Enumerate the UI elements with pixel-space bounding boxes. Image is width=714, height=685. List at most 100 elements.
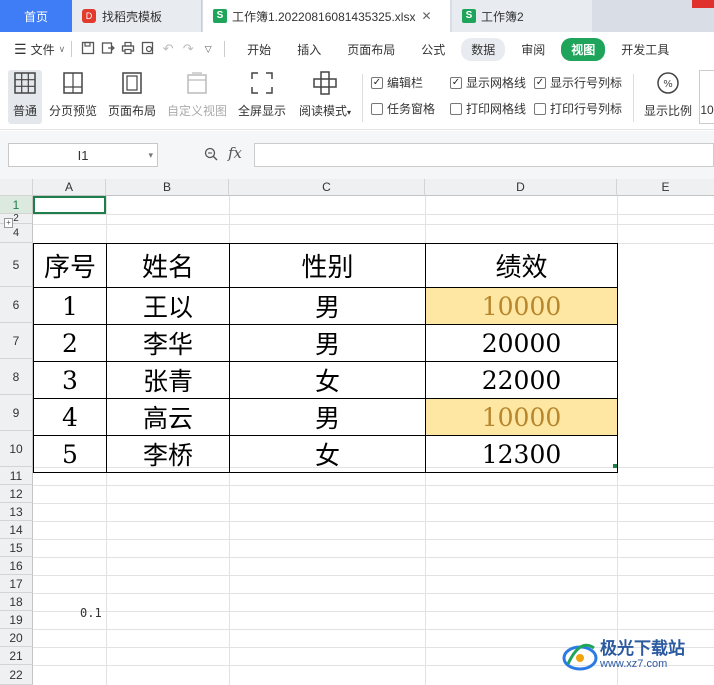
row-header-20[interactable]: 20 bbox=[0, 629, 33, 647]
cell-performance[interactable]: 12300 bbox=[425, 435, 618, 473]
row-header-5[interactable]: 5 bbox=[0, 243, 33, 287]
divider bbox=[71, 41, 73, 57]
column-header-b[interactable]: B bbox=[106, 179, 229, 196]
window-close-strip[interactable] bbox=[692, 0, 714, 8]
menu-item-review[interactable]: 审阅 bbox=[511, 38, 555, 61]
row-header-11[interactable]: 11 bbox=[0, 467, 33, 485]
menu-item-page-layout[interactable]: 页面布局 bbox=[337, 38, 405, 61]
cell-gender[interactable]: 男 bbox=[229, 287, 426, 325]
save-icon[interactable] bbox=[78, 41, 98, 58]
row-header-22[interactable]: 22 bbox=[0, 665, 33, 685]
reading-mode-icon bbox=[313, 71, 337, 95]
custom-view-button[interactable]: 自定义视图 bbox=[165, 70, 229, 124]
cell-no[interactable]: 3 bbox=[33, 361, 107, 399]
checkbox-label: 显示行号列标 bbox=[550, 76, 623, 90]
row-header-8[interactable]: 8 bbox=[0, 359, 33, 395]
checkbox-formula-bar[interactable]: ✓ 编辑栏 bbox=[371, 74, 423, 91]
menu-item-formulas[interactable]: 公式 bbox=[411, 38, 455, 61]
performance-table: 序号 姓名 性别 绩效 1 王以 男 10000 2 李华 男 20000 3 … bbox=[33, 243, 618, 473]
cell-name[interactable]: 李华 bbox=[106, 324, 230, 362]
row-header-18[interactable]: 18 bbox=[0, 593, 33, 611]
checkbox-show-gridlines[interactable]: ✓ 显示网格线 bbox=[450, 74, 526, 91]
redo-icon[interactable]: ↷ bbox=[178, 41, 198, 57]
row-header-14[interactable]: 14 bbox=[0, 521, 33, 539]
name-box[interactable]: I1 ▾ bbox=[8, 143, 158, 167]
header-cell-performance[interactable]: 绩效 bbox=[425, 243, 618, 288]
menu-item-developer[interactable]: 开发工具 bbox=[611, 38, 679, 61]
cell-name[interactable]: 张青 bbox=[106, 361, 230, 399]
checkbox-checked-icon: ✓ bbox=[371, 76, 383, 89]
menu-item-view[interactable]: 视图 bbox=[561, 37, 606, 61]
close-icon[interactable]: ✕ bbox=[421, 9, 431, 23]
row-header-12[interactable]: 12 bbox=[0, 485, 33, 503]
insert-function-button[interactable]: fx bbox=[228, 144, 242, 162]
checkbox-print-headings[interactable]: 打印行号列标 bbox=[534, 100, 622, 117]
cell-gender[interactable]: 女 bbox=[229, 435, 426, 473]
header-cell-gender[interactable]: 性别 bbox=[229, 243, 426, 288]
page-layout-view-button[interactable]: 页面布局 bbox=[106, 70, 158, 124]
reading-mode-button[interactable]: 阅读模式▾ bbox=[295, 70, 355, 124]
checkbox-show-headings[interactable]: ✓ 显示行号列标 bbox=[534, 74, 622, 91]
menu-item-data[interactable]: 数据 bbox=[461, 37, 506, 61]
zoom-100-button[interactable]: 10 bbox=[699, 70, 714, 124]
normal-view-button[interactable]: 普通 bbox=[8, 70, 42, 124]
quick-access-more-icon[interactable]: ▽ bbox=[198, 44, 218, 55]
checkbox-print-gridlines[interactable]: 打印网格线 bbox=[450, 100, 526, 117]
row-header-7[interactable]: 7 bbox=[0, 323, 33, 359]
group-expand-icon[interactable]: + bbox=[4, 218, 13, 228]
print-preview-icon[interactable] bbox=[138, 41, 158, 58]
cell-b18-value[interactable]: 0.1 bbox=[80, 606, 102, 620]
cell-performance[interactable]: 10000 bbox=[425, 287, 618, 325]
row-header-6[interactable]: 6 bbox=[0, 287, 33, 323]
cell-no[interactable]: 5 bbox=[33, 435, 107, 473]
cell-performance[interactable]: 10000 bbox=[425, 398, 618, 436]
row-header-10[interactable]: 10 bbox=[0, 431, 33, 467]
formula-input[interactable] bbox=[254, 143, 714, 167]
checkbox-task-pane[interactable]: 任务窗格 bbox=[371, 100, 435, 117]
row-header-19[interactable]: 19 bbox=[0, 611, 33, 629]
column-header-c[interactable]: C bbox=[229, 179, 425, 196]
cell-performance[interactable]: 20000 bbox=[425, 324, 618, 362]
cell-gender[interactable]: 男 bbox=[229, 324, 426, 362]
column-header-a[interactable]: A bbox=[33, 179, 106, 196]
page-break-preview-button[interactable]: 分页预览 bbox=[47, 70, 99, 124]
tab-workbook1[interactable]: S 工作簿1.20220816081435325.xlsx ✕ bbox=[203, 0, 450, 32]
header-cell-name[interactable]: 姓名 bbox=[106, 243, 230, 288]
cell-gender[interactable]: 女 bbox=[229, 361, 426, 399]
tab-home[interactable]: 首页 bbox=[0, 0, 72, 32]
row-header-9[interactable]: 9 bbox=[0, 395, 33, 431]
row-header-17[interactable]: 17 bbox=[0, 575, 33, 593]
export-icon[interactable] bbox=[98, 41, 118, 58]
zoom-search-icon[interactable] bbox=[204, 147, 218, 164]
undo-icon[interactable]: ↶ bbox=[158, 41, 178, 57]
cell-no[interactable]: 4 bbox=[33, 398, 107, 436]
cell-no[interactable]: 1 bbox=[33, 287, 107, 325]
row-header-15[interactable]: 15 bbox=[0, 539, 33, 557]
row-header-16[interactable]: 16 bbox=[0, 557, 33, 575]
zoom-button[interactable]: % 显示比例 bbox=[642, 70, 694, 124]
menu-item-home[interactable]: 开始 bbox=[237, 38, 281, 61]
fill-handle[interactable] bbox=[613, 464, 617, 468]
row-header-13[interactable]: 13 bbox=[0, 503, 33, 521]
file-menu[interactable]: ☰ 文件 ∨ bbox=[14, 41, 65, 58]
print-icon[interactable] bbox=[118, 41, 138, 58]
row-header-1[interactable]: 1 bbox=[0, 196, 33, 214]
worksheet-grid[interactable]: A B C D E 1 2 4 5 6 7 8 9 10 11 12 13 14… bbox=[0, 179, 714, 685]
cell-gender[interactable]: 男 bbox=[229, 398, 426, 436]
tab-template-store[interactable]: D 找稻壳模板 bbox=[72, 0, 202, 32]
cell-name[interactable]: 李桥 bbox=[106, 435, 230, 473]
zoom-100-label: 10 bbox=[700, 103, 714, 117]
header-cell-no[interactable]: 序号 bbox=[33, 243, 107, 288]
cell-name[interactable]: 王以 bbox=[106, 287, 230, 325]
full-screen-button[interactable]: 全屏显示 bbox=[236, 70, 288, 124]
cell-name[interactable]: 高云 bbox=[106, 398, 230, 436]
column-header-e[interactable]: E bbox=[617, 179, 714, 196]
row-header-21[interactable]: 21 bbox=[0, 647, 33, 665]
cell-performance[interactable]: 22000 bbox=[425, 361, 618, 399]
cell-no[interactable]: 2 bbox=[33, 324, 107, 362]
column-header-d[interactable]: D bbox=[425, 179, 617, 196]
select-all-corner[interactable] bbox=[0, 179, 33, 196]
tab-workbook2[interactable]: S 工作簿2 bbox=[452, 0, 592, 32]
chevron-down-icon[interactable]: ▾ bbox=[148, 150, 153, 161]
menu-item-insert[interactable]: 插入 bbox=[287, 38, 331, 61]
